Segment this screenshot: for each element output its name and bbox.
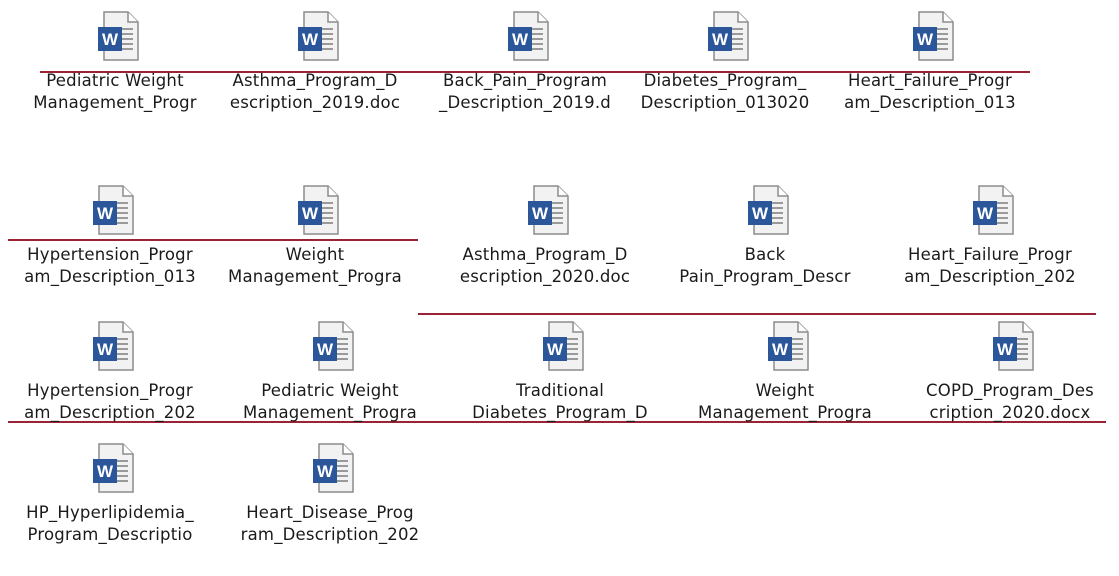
- svg-text:W: W: [532, 204, 549, 223]
- word-document-icon: W: [85, 318, 141, 374]
- word-document-icon: W: [740, 182, 796, 238]
- file-item[interactable]: W COPD_Program_Des cription_2020.docx: [905, 318, 1105, 422]
- svg-text:W: W: [917, 30, 934, 49]
- file-name: Heart_Failure_Progr am_Description_013: [844, 71, 1016, 112]
- svg-text:W: W: [752, 204, 769, 223]
- word-document-icon: W: [85, 440, 141, 496]
- row-separator: [418, 313, 1096, 315]
- svg-text:W: W: [772, 340, 789, 359]
- word-document-icon: W: [305, 318, 361, 374]
- file-name: Pediatric Weight Management_Progra: [243, 381, 417, 422]
- word-document-icon: W: [85, 182, 141, 238]
- file-name: Asthma_Program_D escription_2019.doc: [229, 71, 401, 112]
- file-item[interactable]: W Back_Pain_Program _Description_2019.d: [420, 8, 620, 112]
- file-item[interactable]: W HP_Hyperlipidemia_ Program_Descriptio: [5, 440, 205, 544]
- word-document-icon: W: [535, 318, 591, 374]
- file-item[interactable]: W Asthma_Program_D escription_2019.doc: [210, 8, 410, 112]
- file-name: Heart_Disease_Prog ram_Description_202: [240, 503, 420, 544]
- file-name: Diabetes_Program_ Description_013020: [640, 71, 810, 112]
- word-document-icon: W: [985, 318, 1041, 374]
- svg-text:W: W: [997, 340, 1014, 359]
- file-name: Weight Management_Progra: [698, 381, 872, 422]
- file-name: Traditional Diabetes_Program_D: [472, 381, 648, 422]
- file-item[interactable]: W Traditional Diabetes_Program_D: [455, 318, 655, 422]
- file-item[interactable]: W Heart_Disease_Prog ram_Description_202: [225, 440, 425, 544]
- svg-text:W: W: [102, 30, 119, 49]
- word-document-icon: W: [905, 8, 961, 64]
- file-name: Back Pain_Program_Descr: [679, 245, 851, 286]
- word-document-icon: W: [700, 8, 756, 64]
- word-document-icon: W: [290, 182, 346, 238]
- file-name: Weight Management_Progra: [228, 245, 402, 286]
- file-item[interactable]: W Heart_Failure_Progr am_Description_202: [885, 182, 1085, 286]
- svg-text:W: W: [97, 340, 114, 359]
- svg-text:W: W: [512, 30, 529, 49]
- svg-text:W: W: [317, 462, 334, 481]
- file-name: Hypertension_Progr am_Description_202: [24, 381, 196, 422]
- file-item[interactable]: W Asthma_Program_D escription_2020.doc: [440, 182, 640, 286]
- file-name: Hypertension_Progr am_Description_013: [24, 245, 196, 286]
- svg-text:W: W: [302, 30, 319, 49]
- file-name: Asthma_Program_D escription_2020.doc: [459, 245, 631, 286]
- file-item[interactable]: W Pediatric Weight Management_Progra: [225, 318, 425, 422]
- file-name: COPD_Program_Des cription_2020.docx: [926, 381, 1094, 422]
- file-name: HP_Hyperlipidemia_ Program_Descriptio: [26, 503, 194, 544]
- word-document-icon: W: [305, 440, 361, 496]
- word-document-icon: W: [500, 8, 556, 64]
- svg-text:W: W: [97, 462, 114, 481]
- file-name: Back_Pain_Program _Description_2019.d: [439, 71, 611, 112]
- file-name: Heart_Failure_Progr am_Description_202: [904, 245, 1076, 286]
- file-item[interactable]: W Pediatric Weight Management_Progr: [10, 8, 210, 112]
- word-document-icon: W: [965, 182, 1021, 238]
- file-item[interactable]: W Weight Management_Progra: [680, 318, 880, 422]
- word-document-icon: W: [520, 182, 576, 238]
- file-name: Pediatric Weight Management_Progr: [33, 71, 197, 112]
- file-item[interactable]: W Weight Management_Progra: [210, 182, 410, 286]
- file-item[interactable]: W Heart_Failure_Progr am_Description_013: [825, 8, 1025, 112]
- svg-text:W: W: [977, 204, 994, 223]
- word-document-icon: W: [760, 318, 816, 374]
- svg-text:W: W: [97, 204, 114, 223]
- svg-text:W: W: [317, 340, 334, 359]
- file-item[interactable]: W Hypertension_Progr am_Description_013: [5, 182, 205, 286]
- file-item[interactable]: W Diabetes_Program_ Description_013020: [620, 8, 820, 112]
- word-document-icon: W: [290, 8, 346, 64]
- svg-text:W: W: [302, 204, 319, 223]
- file-item[interactable]: W Back Pain_Program_Descr: [660, 182, 860, 286]
- file-item[interactable]: W Hypertension_Progr am_Description_202: [5, 318, 205, 422]
- svg-text:W: W: [547, 340, 564, 359]
- svg-text:W: W: [712, 30, 729, 49]
- word-document-icon: W: [90, 8, 146, 64]
